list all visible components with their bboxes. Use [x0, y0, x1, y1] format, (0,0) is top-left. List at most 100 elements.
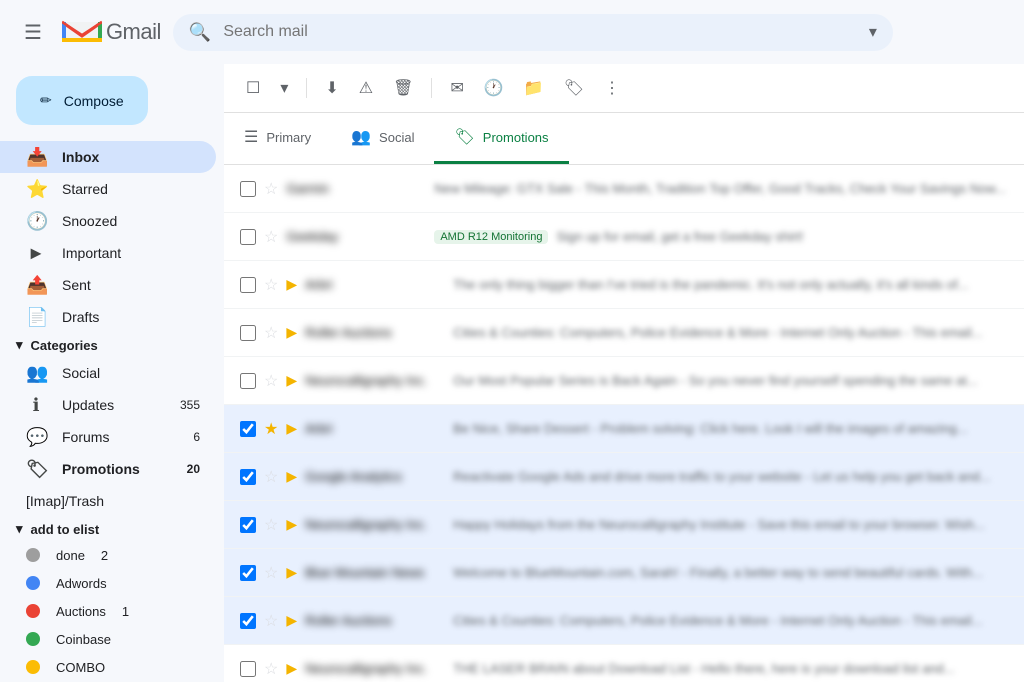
star-button[interactable]: ☆	[264, 323, 278, 343]
star-button[interactable]: ☆	[264, 227, 278, 247]
star-button[interactable]: ☆	[264, 611, 278, 631]
table-row[interactable]: ☆ ▶ Roller Auctions Cities & Counties: C…	[224, 309, 1024, 357]
star-button[interactable]: ☆	[264, 179, 278, 199]
sidebar-item-updates[interactable]: ℹ Updates 355	[0, 389, 216, 421]
important-marker[interactable]: ▶	[286, 324, 297, 341]
sidebar-label-combo[interactable]: COMBO	[0, 653, 216, 681]
row-checkbox[interactable]	[240, 469, 256, 485]
sidebar-item-starred[interactable]: ⭐ Starred	[0, 173, 216, 205]
table-row[interactable]: ★ ▶ Arbri Be Nice, Share Dessert - Probl…	[224, 405, 1024, 453]
updates-icon: ℹ	[26, 395, 46, 416]
tab-social[interactable]: 👥 Social	[331, 113, 434, 164]
email-tabs: ☰ Primary 👥 Social 🏷 Promotions	[224, 113, 1024, 165]
tab-primary[interactable]: ☰ Primary	[224, 113, 331, 164]
sidebar-item-promotions[interactable]: 🏷 Promotions 20	[0, 453, 216, 485]
categories-section[interactable]: ▾ Categories	[0, 333, 224, 357]
important-marker[interactable]: ▶	[286, 420, 297, 437]
main-layout: ✏ Compose 📥 Inbox ⭐ Starred 🕐 Snoozed ► …	[0, 64, 1024, 682]
important-marker[interactable]: ▶	[286, 372, 297, 389]
sidebar-label-coinbase[interactable]: Coinbase	[0, 625, 216, 653]
delete-button[interactable]: 🗑	[387, 72, 419, 104]
search-input[interactable]	[223, 23, 857, 41]
star-button[interactable]: ☆	[264, 467, 278, 487]
table-row[interactable]: ☆ ▶ Neurocalligraphy Inc. Our Most Popul…	[224, 357, 1024, 405]
select-all-button[interactable]: ☐	[240, 72, 266, 104]
table-row[interactable]: ☆ ▶ Roller Auctions Cities & Counties: C…	[224, 597, 1024, 645]
table-row[interactable]: ☆ ▶ Arbri The only thing bigger than I'v…	[224, 261, 1024, 309]
sidebar-label-done[interactable]: done 2	[0, 541, 216, 569]
label-button[interactable]: 🏷	[558, 72, 590, 104]
row-checkbox[interactable]	[240, 181, 256, 197]
row-checkbox[interactable]	[240, 613, 256, 629]
email-snippet: Sign up for email, get a free Geekday sh…	[556, 229, 1008, 244]
sidebar-item-sent[interactable]: 📤 Sent	[0, 269, 216, 301]
row-checkbox[interactable]	[240, 421, 256, 437]
combo-label-color	[26, 660, 40, 674]
row-checkbox[interactable]	[240, 277, 256, 293]
important-marker[interactable]: ▶	[286, 516, 297, 533]
sender-name: Blue Mountain News	[305, 565, 445, 580]
label-text: COMBO	[56, 660, 105, 675]
star-button[interactable]: ☆	[264, 515, 278, 535]
sidebar-item-social[interactable]: 👥 Social	[0, 357, 216, 389]
star-button[interactable]: ★	[264, 419, 278, 439]
table-row[interactable]: ☆ ▶ Neurocalligraphy Inc. Happy Holidays…	[224, 501, 1024, 549]
table-row[interactable]: ☆ ▶ Google Analytics Reactivate Google A…	[224, 453, 1024, 501]
add-label-text: add to elist	[31, 522, 100, 537]
row-checkbox[interactable]	[240, 229, 256, 245]
categories-arrow: ▾	[16, 337, 23, 353]
row-checkbox[interactable]	[240, 325, 256, 341]
star-button[interactable]: ☆	[264, 563, 278, 583]
archive-button[interactable]: ⬇	[319, 72, 344, 104]
search-dropdown-icon[interactable]: ▾	[869, 22, 877, 42]
star-button[interactable]: ☆	[264, 275, 278, 295]
important-marker[interactable]: ▶	[286, 612, 297, 629]
table-row[interactable]: ☆ ▶ Neurocalligraphy Inc. THE LASER BRAI…	[224, 645, 1024, 682]
label-text: Adwords	[56, 576, 107, 591]
important-icon: ►	[26, 243, 46, 264]
coinbase-label-color	[26, 632, 40, 646]
row-checkbox[interactable]	[240, 661, 256, 677]
sender-name: Neurocalligraphy Inc.	[305, 373, 445, 388]
sidebar-item-inbox[interactable]: 📥 Inbox	[0, 141, 216, 173]
row-checkbox[interactable]	[240, 517, 256, 533]
important-marker[interactable]: ▶	[286, 660, 297, 677]
gmail-logo: Gmail	[62, 18, 161, 46]
report-spam-button[interactable]: ⚠	[353, 72, 379, 104]
promotions-icon: 🏷	[26, 459, 46, 480]
move-to-button[interactable]: 📁	[518, 72, 550, 104]
sender-name: Neurocalligraphy Inc.	[305, 517, 445, 532]
compose-button[interactable]: ✏ Compose	[16, 76, 148, 125]
sidebar-item-label: Promotions	[62, 461, 171, 477]
sidebar-item-label: Social	[62, 365, 200, 381]
sidebar-item-snoozed[interactable]: 🕐 Snoozed	[0, 205, 216, 237]
add-label-section[interactable]: ▾ add to elist	[0, 517, 224, 541]
toolbar-separator	[306, 78, 307, 98]
sidebar-item-forums[interactable]: 💬 Forums 6	[0, 421, 216, 453]
important-marker[interactable]: ▶	[286, 564, 297, 581]
tab-promotions[interactable]: 🏷 Promotions	[434, 113, 568, 164]
sidebar-item-trash[interactable]: [Imap]/Trash	[0, 485, 216, 517]
table-row[interactable]: ☆ Geekday AMD R12 Monitoring Sign up for…	[224, 213, 1024, 261]
tab-label: Primary	[266, 130, 311, 145]
sidebar-item-drafts[interactable]: 📄 Drafts	[0, 301, 216, 333]
email-snippet: THE LASER BRAIN about Download List - He…	[453, 661, 1008, 676]
row-checkbox[interactable]	[240, 565, 256, 581]
table-row[interactable]: ☆ Garmin New Mileage: GTX Sale - This Mo…	[224, 165, 1024, 213]
mark-read-button[interactable]: ✉	[444, 72, 469, 104]
add-label-arrow: ▾	[16, 521, 23, 537]
sidebar-item-important[interactable]: ► Important	[0, 237, 216, 269]
row-checkbox[interactable]	[240, 373, 256, 389]
sidebar-label-auctions[interactable]: Auctions 1	[0, 597, 216, 625]
table-row[interactable]: ☆ ▶ Blue Mountain News Welcome to BlueMo…	[224, 549, 1024, 597]
sender-name: Roller Auctions	[305, 325, 445, 340]
snooze-button[interactable]: 🕐	[478, 72, 510, 104]
star-button[interactable]: ☆	[264, 371, 278, 391]
star-button[interactable]: ☆	[264, 659, 278, 679]
important-marker[interactable]: ▶	[286, 468, 297, 485]
important-marker[interactable]: ▶	[286, 276, 297, 293]
select-dropdown-button[interactable]: ▾	[274, 72, 294, 104]
sidebar-label-adwords[interactable]: Adwords	[0, 569, 216, 597]
menu-button[interactable]: ☰	[16, 12, 50, 53]
more-actions-button[interactable]: ⋮	[598, 72, 626, 104]
